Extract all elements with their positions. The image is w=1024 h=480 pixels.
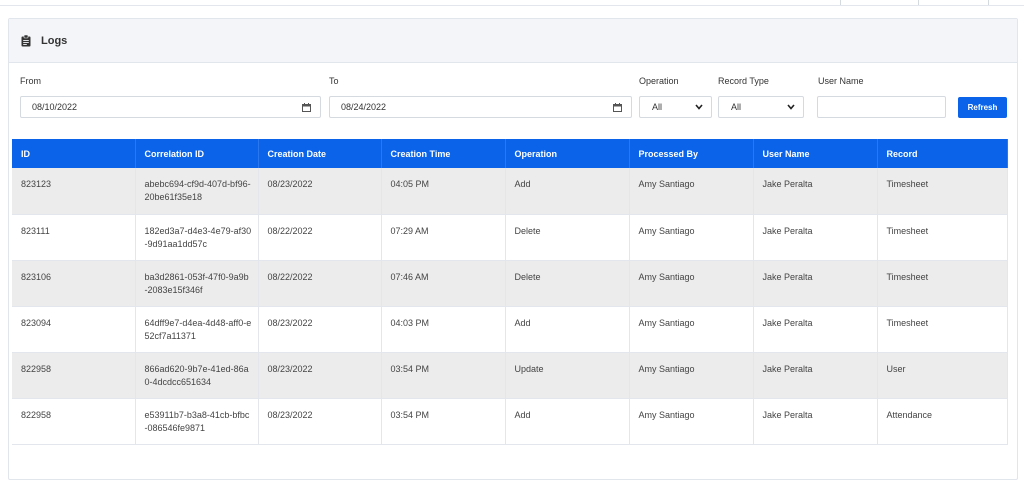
clipboard-icon <box>21 34 31 46</box>
table-cell: Add <box>505 306 630 353</box>
table-cell: 07:29 AM <box>381 214 506 261</box>
table-cell: Jake Peralta <box>753 260 878 307</box>
table-cell: 08/23/2022 <box>258 306 382 353</box>
column-header[interactable]: Creation Date <box>258 139 382 168</box>
table-cell: Delete <box>505 214 630 261</box>
logs-table: ID Correlation ID Creation Date Creation… <box>12 139 1008 445</box>
top-divider <box>840 0 841 5</box>
chevron-down-icon <box>695 104 703 110</box>
table-cell: 822958 <box>12 398 136 445</box>
table-cell: Amy Santiago <box>629 306 754 353</box>
table-cell: Amy Santiago <box>629 398 754 445</box>
record-type-value: All <box>731 102 742 112</box>
table-cell: 04:03 PM <box>381 306 506 353</box>
column-header[interactable]: User Name <box>753 139 878 168</box>
table-cell: 823111 <box>12 214 136 261</box>
table-cell: e53911b7-b3a8-41cb-bfbc-086546fe9871 <box>135 398 259 445</box>
column-header[interactable]: Creation Time <box>381 139 506 168</box>
user-name-label: User Name <box>818 76 864 86</box>
table-cell: Delete <box>505 260 630 307</box>
table-cell: 04:05 PM <box>381 168 506 215</box>
table-cell: Amy Santiago <box>629 214 754 261</box>
from-label: From <box>20 76 41 86</box>
table-row[interactable]: 823111 182ed3a7-d4e3-4e79-af30-9d91aa1dd5… <box>12 214 1008 261</box>
calendar-icon[interactable] <box>613 103 622 112</box>
table-cell: Timesheet <box>877 306 1008 353</box>
table-cell: User <box>877 352 1008 399</box>
from-date-value: 08/10/2022 <box>32 102 78 112</box>
table-cell: Jake Peralta <box>753 306 878 353</box>
refresh-button[interactable]: Refresh <box>958 97 1007 118</box>
to-date-input[interactable]: 08/24/2022 <box>329 96 632 118</box>
top-strip <box>0 0 1024 6</box>
table-body: 823123 abebc694-cf9d-407d-bf96-20be61f35e… <box>12 168 1008 445</box>
table-cell: Add <box>505 168 630 215</box>
operation-value: All <box>652 102 663 112</box>
top-divider <box>988 0 989 5</box>
table-header-row: ID Correlation ID Creation Date Creation… <box>12 139 1008 168</box>
table-cell: Amy Santiago <box>629 352 754 399</box>
table-cell: ba3d2861-053f-47f0-9a9b-2083e15f346f <box>135 260 259 307</box>
table-cell: 03:54 PM <box>381 398 506 445</box>
table-cell: 08/23/2022 <box>258 352 382 399</box>
table-cell: Timesheet <box>877 168 1008 215</box>
table-row[interactable]: 822958 e53911b7-b3a8-41cb-bfbc-086546fe98… <box>12 398 1008 445</box>
table-cell: Amy Santiago <box>629 260 754 307</box>
table-cell: 08/23/2022 <box>258 398 382 445</box>
table-row[interactable]: 823106 ba3d2861-053f-47f0-9a9b-2083e15f34… <box>12 260 1008 307</box>
table-cell: Add <box>505 398 630 445</box>
chevron-down-icon <box>787 104 795 110</box>
page-title: Logs <box>41 34 68 47</box>
to-date-value: 08/24/2022 <box>341 102 387 112</box>
operation-label: Operation <box>639 76 679 86</box>
column-header[interactable]: Operation <box>505 139 630 168</box>
table-cell: Jake Peralta <box>753 398 878 445</box>
table-cell: abebc694-cf9d-407d-bf96-20be61f35e18 <box>135 168 259 215</box>
table-cell: 03:54 PM <box>381 352 506 399</box>
table-cell: 07:46 AM <box>381 260 506 307</box>
column-header[interactable]: Record <box>877 139 1008 168</box>
from-date-input[interactable]: 08/10/2022 <box>20 96 321 118</box>
table-row[interactable]: 823123 abebc694-cf9d-407d-bf96-20be61f35e… <box>12 168 1008 215</box>
table-cell: 64dff9e7-d4ea-4d48-aff0-e52cf7a11371 <box>135 306 259 353</box>
table-cell: 823106 <box>12 260 136 307</box>
table-row[interactable]: 822958 866ad620-9b7e-41ed-86a0-4dcdcc6516… <box>12 352 1008 399</box>
user-name-input[interactable] <box>817 96 946 118</box>
operation-select[interactable]: All <box>639 96 712 118</box>
calendar-icon[interactable] <box>302 103 311 112</box>
table-cell: 866ad620-9b7e-41ed-86a0-4dcdcc651634 <box>135 352 259 399</box>
table-cell: Timesheet <box>877 214 1008 261</box>
table-row[interactable]: 823094 64dff9e7-d4ea-4d48-aff0-e52cf7a113… <box>12 306 1008 353</box>
column-header[interactable]: Correlation ID <box>135 139 259 168</box>
table-cell: Timesheet <box>877 260 1008 307</box>
table-cell: Attendance <box>877 398 1008 445</box>
top-divider <box>918 0 919 5</box>
column-header[interactable]: Processed By <box>629 139 754 168</box>
table-cell: 822958 <box>12 352 136 399</box>
table-cell: 823094 <box>12 306 136 353</box>
table-cell: 823123 <box>12 168 136 215</box>
table-cell: 08/23/2022 <box>258 168 382 215</box>
to-label: To <box>329 76 339 86</box>
table-cell: Jake Peralta <box>753 352 878 399</box>
record-type-select[interactable]: All <box>718 96 804 118</box>
table-cell: Jake Peralta <box>753 214 878 261</box>
table-cell: Amy Santiago <box>629 168 754 215</box>
table-cell: 08/22/2022 <box>258 260 382 307</box>
column-header[interactable]: ID <box>12 139 136 168</box>
table-cell: Update <box>505 352 630 399</box>
record-type-label: Record Type <box>718 76 769 86</box>
table-cell: 08/22/2022 <box>258 214 382 261</box>
table-cell: 182ed3a7-d4e3-4e79-af30-9d91aa1dd57c <box>135 214 259 261</box>
table-cell: Jake Peralta <box>753 168 878 215</box>
card-header: Logs <box>9 19 1017 63</box>
